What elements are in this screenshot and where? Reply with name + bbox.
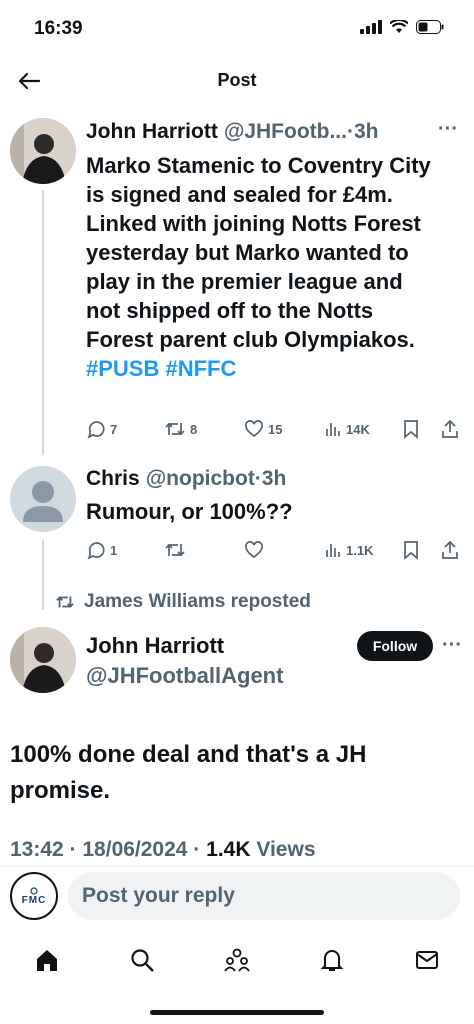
status-time: 16:39 <box>34 18 83 39</box>
page-title: Post <box>217 70 257 90</box>
views-button[interactable]: 1.1K <box>324 541 373 559</box>
views-label: Views <box>256 838 316 861</box>
repost-button[interactable]: 8 <box>164 419 197 439</box>
author-name[interactable]: John Harriott <box>86 120 218 144</box>
more-options-icon[interactable]: ··· <box>438 118 458 141</box>
avatar-photo-icon <box>10 627 76 693</box>
tweet-header: Chris @nopicbot·3h <box>86 467 286 491</box>
divider <box>0 866 474 867</box>
repost-icon <box>165 422 185 436</box>
home-indicator <box>150 1010 324 1015</box>
repost-icon <box>56 596 74 608</box>
reply-input[interactable]: Post your reply <box>68 872 460 920</box>
reply-count: 1 <box>110 542 118 558</box>
more-options-icon[interactable]: ··· <box>442 634 462 657</box>
tweet-actions: 1 1.1K <box>86 539 460 561</box>
bottom-nav <box>0 940 474 980</box>
repost-banner[interactable]: James Williams reposted <box>54 591 311 613</box>
tweet-actions: 7 8 15 14K <box>86 418 460 440</box>
tweet-header: John Harriott @JHFootb...·3h <box>86 120 456 144</box>
follow-button[interactable]: Follow <box>357 631 433 661</box>
author-name[interactable]: John Harriott <box>86 633 224 659</box>
notifications-icon[interactable] <box>319 947 345 973</box>
my-avatar[interactable]: FMC <box>10 872 58 920</box>
post-timestamp: 13:42 · 18/06/2024 · <box>10 838 207 861</box>
reply-count: 7 <box>110 421 118 437</box>
repost-banner-text: James Williams reposted <box>84 591 311 612</box>
my-avatar-text: FMC <box>21 894 47 906</box>
bookmark-icon[interactable] <box>402 540 420 560</box>
wifi-icon <box>390 20 408 33</box>
heart-icon[interactable] <box>244 540 264 560</box>
views-count: 14K <box>346 421 370 437</box>
reply-icon <box>87 421 105 439</box>
share-icon[interactable] <box>440 419 460 439</box>
repost-icon[interactable] <box>164 540 186 560</box>
reply-button[interactable]: 1 <box>86 540 117 560</box>
thread-line <box>42 540 44 610</box>
battery-icon <box>416 20 444 34</box>
status-icons <box>360 20 444 34</box>
search-icon[interactable] <box>129 947 155 973</box>
post-text: 100% done deal and that's a JH promise. <box>10 741 367 804</box>
signal-icon <box>360 20 382 34</box>
author-handle-time: @nopicbot·3h <box>145 467 287 490</box>
author-handle: @JHFootballAgent <box>86 663 284 688</box>
views-icon <box>326 423 340 436</box>
views-count: 1.1K <box>346 542 374 558</box>
like-count: 15 <box>268 421 283 437</box>
views-count: 1.4K <box>206 838 251 861</box>
post-meta: 13:42 · 18/06/2024 · 1.4K Views <box>10 838 316 862</box>
avatar[interactable] <box>10 627 76 693</box>
bookmark-icon[interactable] <box>402 419 420 439</box>
default-avatar[interactable] <box>10 466 76 532</box>
thread-line <box>42 190 44 455</box>
reply-button[interactable]: 7 <box>86 419 117 439</box>
author-handle-time: @JHFootb...·3h <box>223 120 379 143</box>
tweet-text: Rumour, or 100%?? <box>86 499 293 524</box>
tweet-text: Marko Stamenic to Coventry City is signe… <box>86 151 442 383</box>
heart-icon <box>245 420 263 438</box>
avatar[interactable] <box>10 118 76 184</box>
reply-icon <box>87 542 105 560</box>
home-icon[interactable] <box>34 947 60 973</box>
share-icon[interactable] <box>440 540 460 560</box>
author-name[interactable]: Chris <box>86 467 140 491</box>
tweet-body: Marko Stamenic to Coventry City is signe… <box>86 153 431 352</box>
logo-icon <box>30 886 38 895</box>
like-button[interactable]: 15 <box>244 419 282 439</box>
default-person-icon <box>23 481 63 522</box>
avatar-photo-icon <box>10 118 76 184</box>
hashtag-link[interactable]: #PUSB <box>86 356 159 381</box>
messages-icon[interactable] <box>414 947 440 973</box>
communities-icon[interactable] <box>223 947 251 973</box>
views-icon <box>326 544 340 557</box>
hashtag-link[interactable]: #NFFC <box>165 356 236 381</box>
repost-count: 8 <box>190 421 198 437</box>
views-button[interactable]: 14K <box>324 420 370 438</box>
